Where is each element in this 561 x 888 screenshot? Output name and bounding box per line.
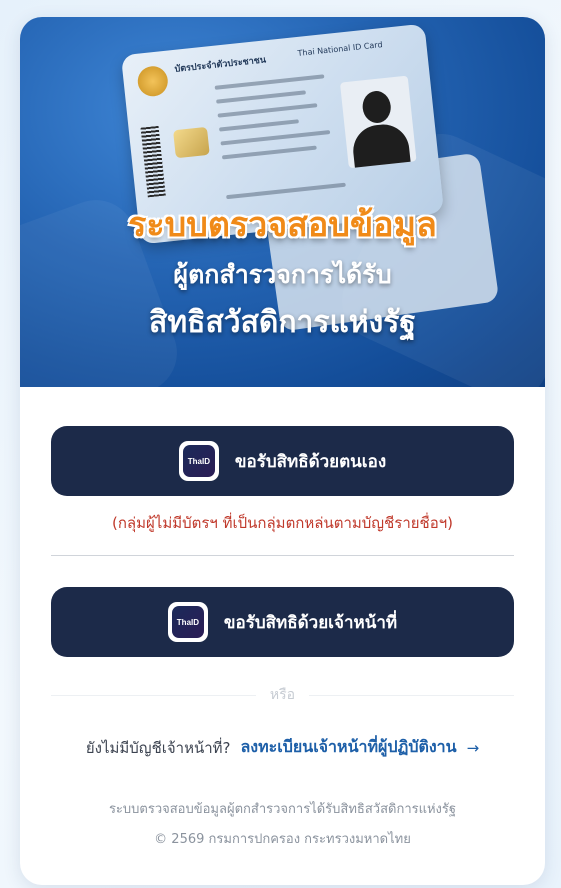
garuda-seal-icon — [136, 64, 170, 98]
thaid-logo-icon: ThaID — [167, 602, 208, 642]
id-card-line — [214, 74, 325, 90]
self-request-button[interactable]: ThaID ขอรับสิทธิด้วยตนเอง — [51, 426, 514, 496]
register-row: ยังไม่มีบัญชีเจ้าหน้าที่? ลงทะเบียนเจ้าห… — [20, 735, 545, 760]
register-staff-link[interactable]: ลงทะเบียนเจ้าหน้าที่ผู้ปฏิบัติงาน — [241, 735, 457, 760]
id-card-line — [220, 130, 331, 146]
chip-icon — [173, 126, 210, 159]
id-card-line — [218, 119, 299, 132]
id-card-line — [221, 145, 317, 160]
id-card-line — [217, 103, 318, 118]
staff-request-button[interactable]: ThaID ขอรับสิทธิด้วยเจ้าหน้าที่ — [51, 587, 514, 657]
banner-headline: ระบบตรวจสอบข้อมูล — [128, 205, 437, 245]
barcode-icon — [140, 125, 166, 198]
or-text: หรือ — [269, 687, 296, 703]
or-separator: หรือ — [51, 684, 514, 706]
staff-request-label: ขอรับสิทธิด้วยเจ้าหน้าที่ — [223, 612, 398, 633]
id-card-line — [216, 90, 306, 104]
footer-copyright: © 2569 กรมการปกครอง กระทรวงมหาดไทย — [154, 832, 411, 847]
banner-subheadline: ผู้ตกสำรวจการได้รับ — [173, 260, 392, 289]
login-card: บัตรประจำตัวประชาชน Thai National ID Car… — [20, 17, 545, 885]
footer-system-name: ระบบตรวจสอบข้อมูลผู้ตกสำรวจการได้รับสิทธ… — [108, 802, 457, 817]
hero-banner: บัตรประจำตัวประชาชน Thai National ID Car… — [20, 17, 545, 387]
thaid-logo-icon: ThaID — [178, 441, 219, 481]
self-request-label: ขอรับสิทธิด้วยตนเอง — [234, 451, 387, 472]
banner-subheadline-2: สิทธิสวัสดิการแห่งรัฐ — [149, 305, 416, 340]
divider — [51, 555, 514, 556]
self-request-note: (กลุ่มผู้ไม่มีบัตรฯ ที่เป็นกลุ่มตกหล่นตา… — [111, 514, 453, 532]
portrait-silhouette-icon — [339, 75, 417, 169]
register-question: ยังไม่มีบัญชีเจ้าหน้าที่? — [85, 738, 231, 757]
id-card-title: บัตรประจำตัวประชาชน — [174, 55, 267, 75]
arrow-right-icon[interactable]: → — [467, 739, 480, 757]
id-card-title-en: Thai National ID Card — [297, 40, 383, 58]
